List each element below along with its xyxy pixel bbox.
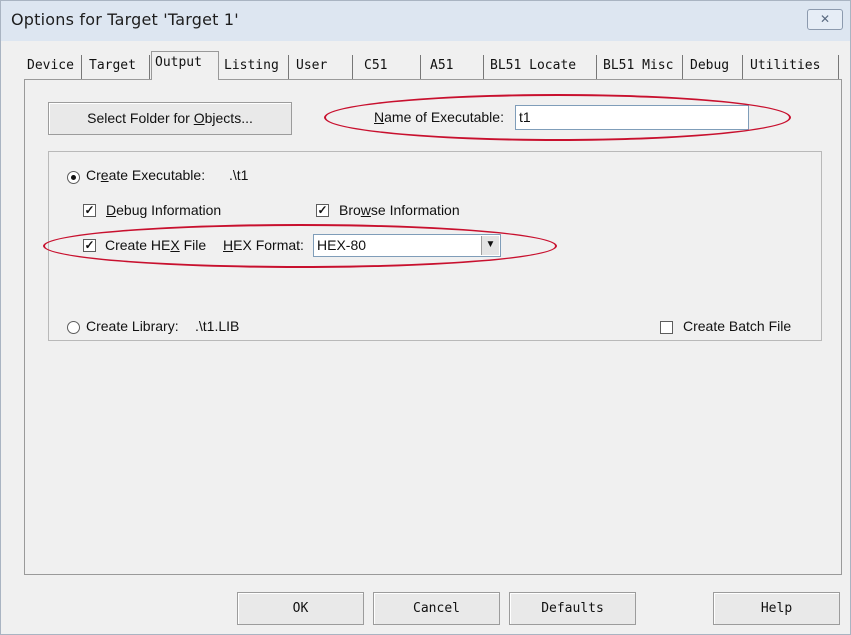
browse-info-prefix: Bro (339, 202, 361, 218)
create-batch-file-checkbox[interactable] (660, 321, 673, 334)
tab-strip: Device Target Output Listing User C51 A5… (24, 51, 842, 80)
tab-output[interactable]: Output (151, 51, 219, 80)
tab-bl51-locate[interactable]: BL51 Locate (487, 55, 597, 79)
radio-selected-dot (71, 175, 76, 180)
close-icon[interactable]: ✕ (807, 9, 843, 30)
create-hex-checkbox[interactable]: ✓ (83, 239, 96, 252)
create-executable-radio[interactable] (67, 171, 80, 184)
debug-information-checkbox[interactable]: ✓ (83, 204, 96, 217)
browse-information-checkbox[interactable]: ✓ (316, 204, 329, 217)
hex-format-rest: EX Format: (233, 237, 304, 253)
create-hex-prefix: Create HE (105, 237, 171, 253)
debug-info-hotkey: D (106, 202, 117, 218)
create-exe-suffix: ate Executable: (108, 167, 206, 183)
cancel-button[interactable]: Cancel (373, 592, 500, 625)
name-exe-hotkey: N (374, 109, 385, 125)
create-hex-label: Create HEX File (105, 237, 206, 253)
browse-information-label: Browse Information (339, 202, 460, 218)
create-exe-hotkey: e (100, 167, 109, 183)
footer-bar: OK Cancel Defaults Help (1, 589, 850, 634)
tab-target[interactable]: Target (86, 55, 150, 79)
select-folder-label-hotkey: O (193, 110, 205, 126)
browse-info-suffix: se Information (370, 202, 460, 218)
hex-format-select[interactable]: HEX-80 ▼ (313, 234, 501, 257)
select-folder-button[interactable]: Select Folder for Objects... (48, 102, 292, 135)
dialog-title: Options for Target 'Target 1' (11, 10, 239, 29)
browse-info-hotkey: w (360, 202, 371, 218)
create-batch-file-label: Create Batch File (683, 318, 792, 334)
create-library-radio[interactable] (67, 321, 80, 334)
help-button[interactable]: Help (713, 592, 840, 625)
ok-button[interactable]: OK (237, 592, 364, 625)
hex-format-label: HEX Format: (223, 237, 304, 253)
create-library-path: .\t1.LIB (195, 318, 240, 334)
tab-bl51-misc[interactable]: BL51 Misc (600, 55, 683, 79)
tab-user[interactable]: User (293, 55, 353, 79)
select-folder-label-suffix: bjects... (204, 110, 253, 126)
debug-info-rest: ebug Information (116, 202, 222, 218)
options-dialog: Options for Target 'Target 1' ✕ Device T… (0, 0, 851, 635)
name-of-executable-label: Name of Executable: (374, 109, 504, 125)
hex-format-hotkey: H (223, 237, 234, 253)
tab-c51[interactable]: C51 (361, 55, 421, 79)
tab-listing[interactable]: Listing (221, 55, 289, 79)
create-executable-path: .\t1 (229, 167, 249, 183)
defaults-button[interactable]: Defaults (509, 592, 636, 625)
hex-format-value: HEX-80 (317, 237, 367, 253)
create-executable-label: Create Executable: (86, 167, 205, 183)
tab-debug[interactable]: Debug (687, 55, 743, 79)
create-exe-prefix: Cr (86, 167, 101, 183)
title-bar: Options for Target 'Target 1' ✕ (1, 1, 850, 41)
debug-information-label: Debug Information (106, 202, 221, 218)
name-exe-label-rest: ame of Executable: (384, 109, 504, 125)
executable-name-input[interactable]: t1 (515, 105, 749, 130)
tab-device[interactable]: Device (24, 55, 82, 79)
tab-utilities[interactable]: Utilities (747, 55, 839, 79)
create-hex-suffix: File (179, 237, 207, 253)
select-folder-label-prefix: Select Folder for (87, 110, 194, 126)
chevron-down-icon[interactable]: ▼ (481, 236, 499, 255)
tab-a51[interactable]: A51 (427, 55, 484, 79)
create-hex-hotkey: X (170, 237, 180, 253)
create-library-label: Create Library: (86, 318, 179, 334)
